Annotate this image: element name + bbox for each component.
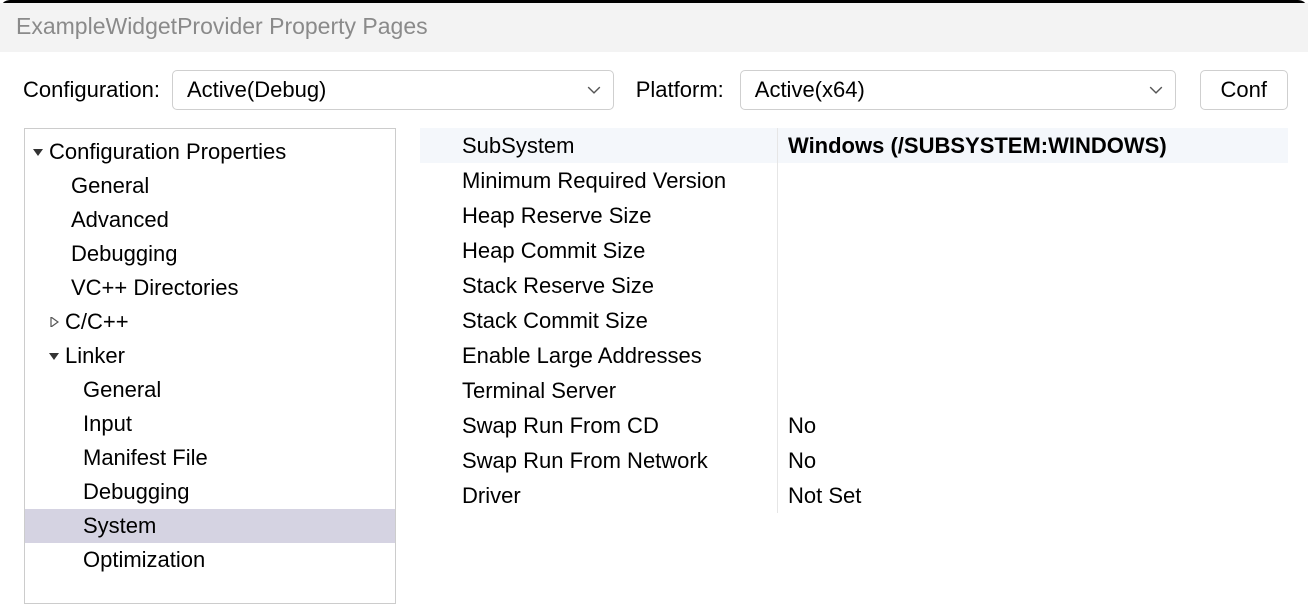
expanded-icon — [31, 145, 45, 159]
property-row-subsystem[interactable]: SubSystem Windows (/SUBSYSTEM:WINDOWS) — [420, 128, 1288, 163]
tree-item-label: Debugging — [71, 241, 177, 267]
platform-value: Active(x64) — [755, 77, 865, 103]
property-grid: SubSystem Windows (/SUBSYSTEM:WINDOWS) M… — [420, 128, 1288, 604]
property-value: No — [778, 443, 1288, 478]
tree-item-advanced[interactable]: Advanced — [25, 203, 395, 237]
property-value — [778, 303, 1288, 338]
tree-item-linker-system[interactable]: System — [25, 509, 395, 543]
property-value — [778, 163, 1288, 198]
expanded-icon — [47, 349, 61, 363]
tree-item-label: General — [71, 173, 149, 199]
property-label: Stack Commit Size — [420, 303, 778, 338]
platform-dropdown[interactable]: Active(x64) — [740, 70, 1176, 110]
configuration-label: Configuration: — [23, 77, 160, 103]
property-label: Minimum Required Version — [420, 163, 778, 198]
tree-item-ccpp[interactable]: C/C++ — [25, 305, 395, 339]
property-row-swap-run-from-cd[interactable]: Swap Run From CD No — [420, 408, 1288, 443]
toolbar: Configuration: Active(Debug) Platform: A… — [0, 52, 1308, 128]
property-label: Enable Large Addresses — [420, 338, 778, 373]
property-label: Stack Reserve Size — [420, 268, 778, 303]
property-value: Windows (/SUBSYSTEM:WINDOWS) — [778, 128, 1288, 163]
tree-item-debugging[interactable]: Debugging — [25, 237, 395, 271]
tree-item-label: C/C++ — [65, 309, 129, 335]
tree-item-linker-general[interactable]: General — [25, 373, 395, 407]
property-row-minimum-required-version[interactable]: Minimum Required Version — [420, 163, 1288, 198]
tree-item-linker-input[interactable]: Input — [25, 407, 395, 441]
tree-item-label: Debugging — [83, 479, 189, 505]
configuration-value: Active(Debug) — [187, 77, 326, 103]
property-label: SubSystem — [420, 128, 778, 163]
configuration-manager-button[interactable]: Conf — [1200, 70, 1288, 110]
tree-item-label: Input — [83, 411, 132, 437]
property-value: No — [778, 408, 1288, 443]
tree-root-configuration-properties[interactable]: Configuration Properties — [25, 135, 395, 169]
property-label: Swap Run From CD — [420, 408, 778, 443]
property-label: Swap Run From Network — [420, 443, 778, 478]
property-row-terminal-server[interactable]: Terminal Server — [420, 373, 1288, 408]
collapsed-icon — [47, 315, 61, 329]
tree-item-linker-optimization[interactable]: Optimization — [25, 543, 395, 577]
property-value — [778, 233, 1288, 268]
property-label: Heap Commit Size — [420, 233, 778, 268]
property-label: Terminal Server — [420, 373, 778, 408]
tree-item-label: Configuration Properties — [49, 139, 286, 165]
tree-item-linker-manifest-file[interactable]: Manifest File — [25, 441, 395, 475]
property-row-enable-large-addresses[interactable]: Enable Large Addresses — [420, 338, 1288, 373]
chevron-down-icon — [587, 83, 601, 97]
tree-item-label: System — [83, 513, 156, 539]
property-row-driver[interactable]: Driver Not Set — [420, 478, 1288, 513]
tree-item-label: Advanced — [71, 207, 169, 233]
tree-item-label: Optimization — [83, 547, 205, 573]
configuration-dropdown[interactable]: Active(Debug) — [172, 70, 614, 110]
tree-panel: Configuration Properties General Advance… — [24, 128, 396, 604]
property-row-stack-reserve-size[interactable]: Stack Reserve Size — [420, 268, 1288, 303]
property-value — [778, 373, 1288, 408]
property-value — [778, 268, 1288, 303]
property-value: Not Set — [778, 478, 1288, 513]
property-label: Heap Reserve Size — [420, 198, 778, 233]
property-row-swap-run-from-network[interactable]: Swap Run From Network No — [420, 443, 1288, 478]
tree-item-label: General — [83, 377, 161, 403]
tree-item-label: VC++ Directories — [71, 275, 239, 301]
property-row-heap-reserve-size[interactable]: Heap Reserve Size — [420, 198, 1288, 233]
property-value — [778, 198, 1288, 233]
tree-item-linker[interactable]: Linker — [25, 339, 395, 373]
property-row-stack-commit-size[interactable]: Stack Commit Size — [420, 303, 1288, 338]
chevron-down-icon — [1149, 83, 1163, 97]
tree-item-label: Linker — [65, 343, 125, 369]
property-label: Driver — [420, 478, 778, 513]
tree-item-linker-debugging[interactable]: Debugging — [25, 475, 395, 509]
tree-item-vcpp-directories[interactable]: VC++ Directories — [25, 271, 395, 305]
property-row-heap-commit-size[interactable]: Heap Commit Size — [420, 233, 1288, 268]
window-title: ExampleWidgetProvider Property Pages — [0, 3, 1308, 52]
tree-item-label: Manifest File — [83, 445, 208, 471]
platform-label: Platform: — [636, 77, 724, 103]
button-label: Conf — [1221, 77, 1267, 103]
property-value — [778, 338, 1288, 373]
tree-item-general[interactable]: General — [25, 169, 395, 203]
